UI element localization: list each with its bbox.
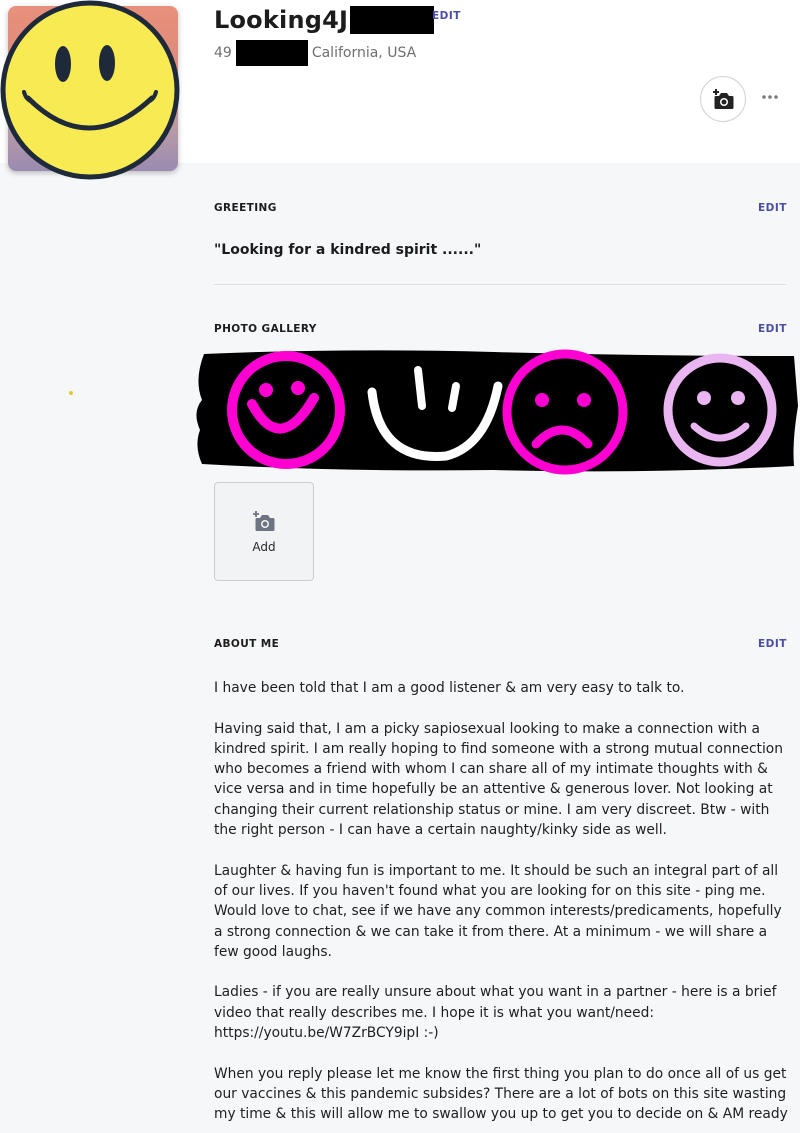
add-photo-tile[interactable]: Add xyxy=(214,482,314,581)
about-section-title: ABOUT ME xyxy=(214,638,280,650)
gallery-section-title: PHOTO GALLERY xyxy=(214,323,317,335)
about-paragraph: When you reply please let me know the fi… xyxy=(214,1065,788,1123)
gallery-photos-strip xyxy=(196,349,798,475)
about-me-text: I have been told that I am a good listen… xyxy=(214,678,790,1133)
about-paragraph: I have been told that I am a good listen… xyxy=(214,680,685,696)
more-options-button[interactable] xyxy=(758,85,782,109)
username-redaction xyxy=(350,6,435,34)
profile-location: California, USA xyxy=(311,45,417,61)
greeting-section-title: GREETING xyxy=(214,202,277,214)
more-options-icon xyxy=(762,95,778,99)
edit-username-link[interactable]: EDIT xyxy=(432,10,461,22)
gallery-edit-link[interactable]: EDIT xyxy=(758,323,787,335)
subline-redaction xyxy=(235,40,308,66)
greeting-text: "Looking for a kindred spirit ......" xyxy=(214,242,482,258)
yellow-smiley-sticker xyxy=(0,0,180,180)
about-paragraph: Laughter & having fun is important to me… xyxy=(214,862,782,960)
about-edit-link[interactable]: EDIT xyxy=(758,638,787,650)
profile-age: 49 xyxy=(214,45,232,61)
add-photo-button[interactable] xyxy=(700,76,746,122)
decorative-dot xyxy=(69,391,73,395)
about-paragraph: Having said that, I am a picky sapiosexu… xyxy=(214,720,783,839)
section-divider xyxy=(214,284,786,285)
greeting-edit-link[interactable]: EDIT xyxy=(758,202,787,214)
about-paragraph: Ladies - if you are really unsure about … xyxy=(214,984,777,1042)
username-row: Looking4J xyxy=(214,4,435,36)
profile-subline: 49 California, USA xyxy=(214,40,416,66)
add-photo-label: Add xyxy=(252,539,276,554)
add-photo-camera-icon xyxy=(713,89,734,109)
username: Looking4J xyxy=(214,6,349,34)
add-photo-icon xyxy=(253,510,275,531)
